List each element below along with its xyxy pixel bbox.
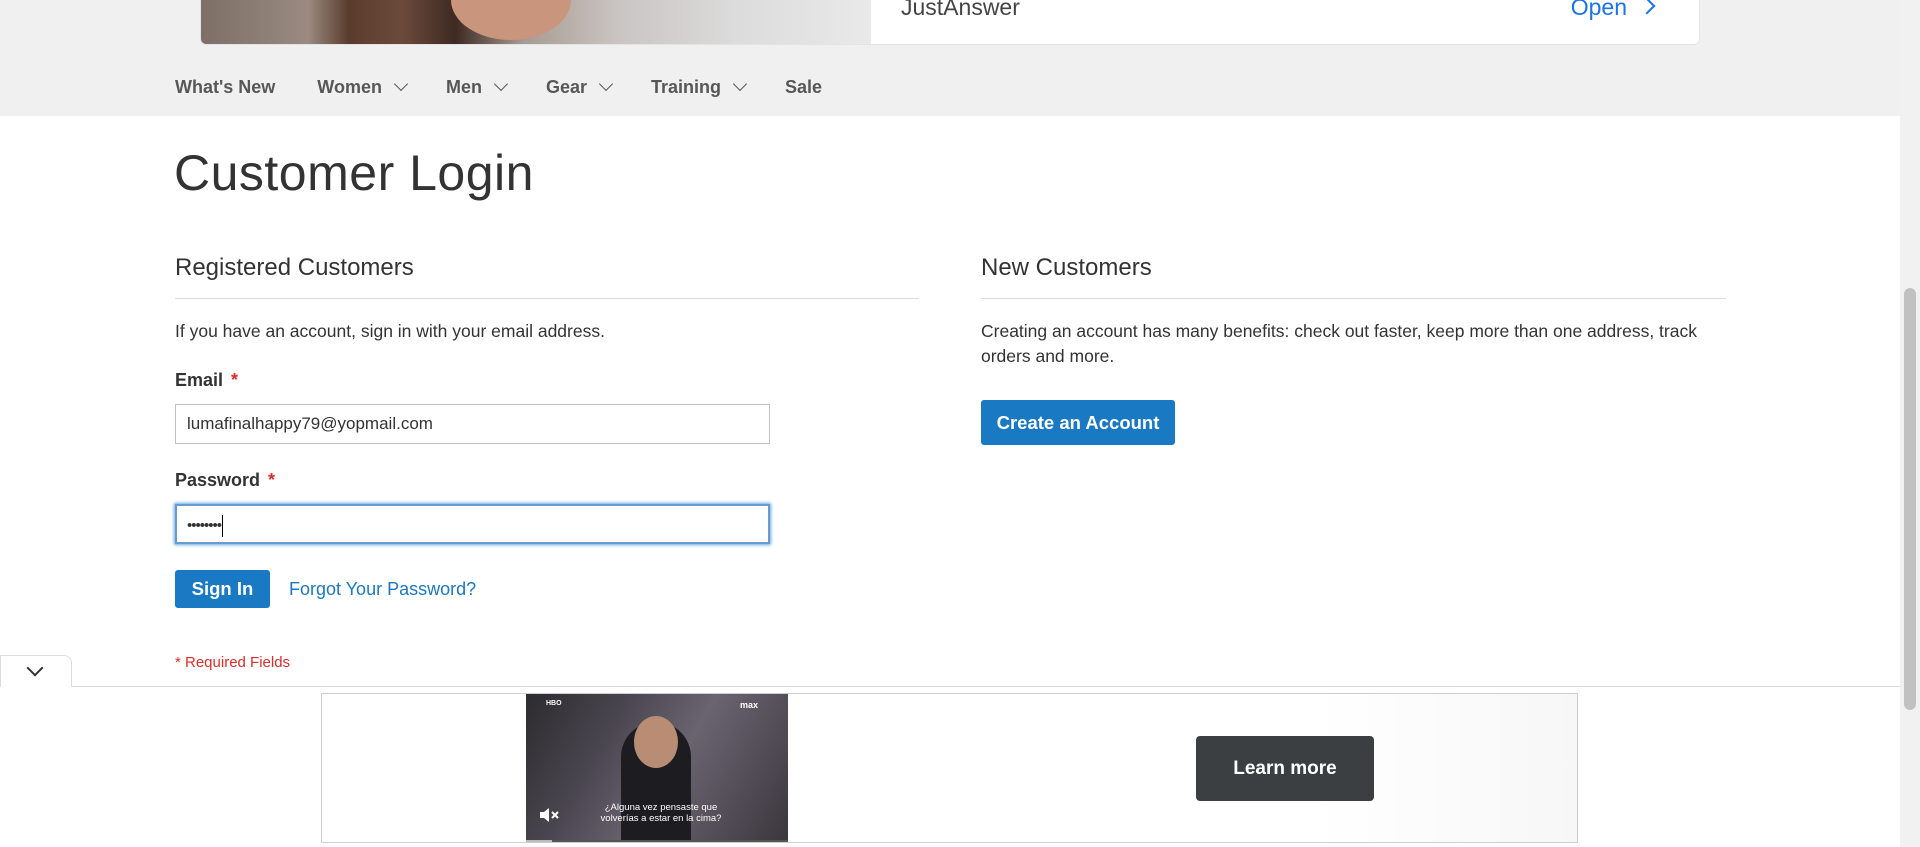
main-nav: What's New Women Men Gear Training Sale [175,74,862,100]
registered-customers-title: Registered Customers [175,254,414,281]
create-account-button[interactable]: Create an Account [981,400,1175,445]
email-label: Email * [175,370,238,391]
required-fields-note: * Required Fields [175,654,291,671]
ad-collapse-tab[interactable] [0,655,72,687]
nav-item-label[interactable]: What's New [175,77,275,98]
chevron-down-icon[interactable] [393,76,409,92]
top-banner-ad[interactable]: JustAnswer Open [200,0,1700,45]
nav-item-sale[interactable]: Sale [785,77,822,98]
nav-item-men[interactable]: Men [446,76,509,98]
password-label: Password * [175,470,275,491]
email-label-text: Email [175,370,224,390]
text-caret [222,514,224,537]
top-ad-brand: JustAnswer [901,0,1020,20]
video-progress-bar[interactable] [526,840,788,842]
nav-item-label[interactable]: Women [317,77,382,98]
learn-more-button[interactable]: Learn more [1196,736,1374,801]
page-title: Customer Login [174,145,534,201]
video-caption: ¿Alguna vez pensaste que volverías a est… [600,802,722,824]
nav-item-label[interactable]: Gear [546,77,587,98]
password-field[interactable]: •••••••• [175,504,770,544]
email-field[interactable]: lumafinalhappy79@yopmail.com [175,404,770,444]
hbo-logo: HBO [546,700,562,707]
forgot-password-link[interactable]: Forgot Your Password? [289,579,476,600]
sign-in-button[interactable]: Sign In [175,570,270,608]
chevron-down-icon[interactable] [732,76,748,92]
divider [981,298,1726,299]
nav-item-label[interactable]: Sale [785,77,822,98]
new-customers-title: New Customers [981,254,1152,281]
ad-video[interactable]: HBO max ¿Alguna vez pensaste que volverí… [526,694,788,842]
email-field-value[interactable]: lumafinalhappy79@yopmail.com [187,414,433,433]
chevron-down-icon[interactable] [493,76,509,92]
divider [175,298,919,299]
max-logo: max [739,700,758,710]
nav-item-women[interactable]: Women [317,76,409,98]
nav-item-training[interactable]: Training [651,76,748,98]
nav-item-label[interactable]: Men [446,77,482,98]
required-star: * [231,370,239,390]
header-area: JustAnswer Open What's New Women Men Gea… [0,0,1900,116]
video-progress-fill [526,840,553,842]
top-ad-open-label[interactable]: Open [1571,0,1627,20]
top-ad-image [201,0,871,44]
scrollbar-thumb[interactable] [1904,288,1916,710]
required-star: * [268,470,276,490]
nav-item-label[interactable]: Training [651,77,721,98]
chevron-down-icon[interactable] [598,76,614,92]
password-field-value[interactable]: •••••••• [187,517,222,534]
login-intro-text: If you have an account, sign in with you… [175,321,605,341]
nav-item-whats-new[interactable]: What's New [175,77,275,98]
mute-icon[interactable] [538,806,560,824]
top-ad-face [451,0,571,40]
password-label-text: Password [175,470,261,490]
chevron-down-icon[interactable] [26,659,44,677]
new-customers-intro-text: Creating an account has many benefits: c… [981,321,1697,366]
nav-item-gear[interactable]: Gear [546,76,614,98]
scrollbar[interactable] [1900,0,1920,847]
video-person-head [634,716,678,768]
bottom-banner-ad[interactable]: HBO max ¿Alguna vez pensaste que volverí… [321,693,1578,843]
